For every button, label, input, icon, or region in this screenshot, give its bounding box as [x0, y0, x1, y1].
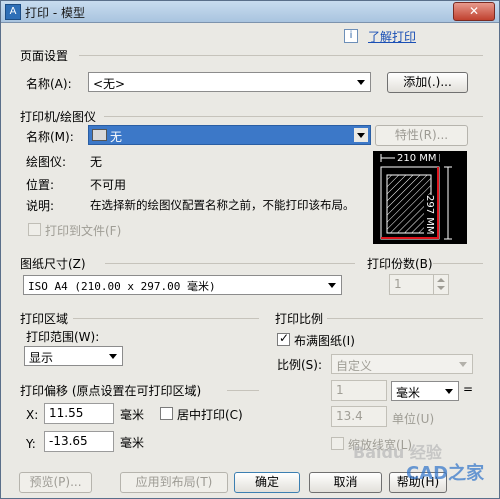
plotter-value: 无	[90, 155, 103, 169]
preview-height-label: 297 MM	[424, 195, 435, 235]
offset-x-label: X:	[26, 408, 39, 422]
chevron-down-icon	[456, 357, 470, 371]
scale-value: 自定义	[336, 359, 373, 373]
window-title: 打印 - 模型	[25, 6, 85, 20]
page-setup-name-value: <无>	[93, 77, 126, 91]
scale-select[interactable]: 自定义	[331, 354, 473, 374]
print-to-file-checkbox[interactable]	[28, 223, 41, 236]
chevron-down-icon	[354, 128, 368, 142]
fit-to-paper-checkbox[interactable]	[277, 331, 290, 346]
plot-offset-heading: 打印偏移 (原点设置在可打印区域)	[20, 384, 202, 398]
plot-range-value: 显示	[29, 351, 54, 365]
watermark-cad: CAD之家	[406, 463, 485, 484]
offset-y-input[interactable]: -13.65	[44, 431, 114, 452]
paper-size-value: ISO A4 (210.00 x 297.00 毫米)	[28, 280, 216, 293]
description-label: 说明:	[26, 199, 55, 213]
properties-button[interactable]: 特性(R)...	[375, 125, 468, 146]
page-setup-heading: 页面设置	[20, 49, 69, 63]
ok-button[interactable]: 确定	[234, 472, 300, 493]
offset-y-unit: 毫米	[120, 436, 145, 450]
plotter-label: 绘图仪:	[26, 155, 67, 169]
page-setup-name-label: 名称(A):	[26, 77, 72, 91]
scale-label: 比例(S):	[277, 358, 323, 372]
paper-size-select[interactable]: ISO A4 (210.00 x 297.00 毫米)	[23, 275, 342, 295]
chevron-down-icon	[442, 384, 456, 398]
title-bar: A 打印 - 模型 ✕	[1, 1, 499, 23]
plot-scale-heading: 打印比例	[275, 312, 324, 326]
learn-printing-link[interactable]: 了解打印	[368, 28, 416, 45]
scale-unit-value: 毫米	[396, 386, 421, 400]
copies-heading: 打印份数(B)	[367, 257, 433, 271]
offset-x-input[interactable]: 11.55	[44, 403, 114, 424]
page-setup-name-select[interactable]: <无>	[88, 72, 371, 92]
plot-range-label: 打印范围(W):	[26, 330, 100, 344]
paper-preview: 210 MM 297 MM	[373, 151, 467, 244]
printer-heading: 打印机/绘图仪	[20, 110, 97, 124]
printer-name-select[interactable]: 无	[88, 125, 371, 145]
paper-preview-graphic	[380, 154, 452, 240]
scale-value2-input[interactable]: 13.4	[331, 406, 387, 427]
center-plot-label: 居中打印(C)	[177, 408, 243, 422]
plot-range-select[interactable]: 显示	[24, 346, 123, 366]
copies-spinner[interactable]	[433, 275, 447, 294]
scale-lineweights-checkbox[interactable]	[331, 437, 344, 450]
chevron-down-icon	[354, 75, 368, 89]
scale-unit-select[interactable]: 毫米	[391, 381, 459, 401]
location-value: 不可用	[90, 178, 127, 192]
apply-to-layout-button[interactable]: 应用到布局(T)	[120, 472, 228, 493]
scale-value1-input[interactable]: 1	[331, 380, 387, 401]
paper-size-heading: 图纸尺寸(Z)	[20, 257, 86, 271]
preview-width-label: 210 MM	[395, 153, 439, 164]
preview-button[interactable]: 预览(P)...	[19, 472, 92, 493]
page-setup-divider	[79, 55, 483, 56]
info-icon: i	[344, 29, 358, 43]
add-page-setup-button[interactable]: 添加(.)...	[387, 72, 468, 93]
printer-divider	[104, 116, 483, 117]
offset-y-label: Y:	[26, 437, 36, 451]
close-button[interactable]: ✕	[453, 2, 495, 21]
chevron-down-icon	[106, 349, 120, 363]
cancel-button[interactable]: 取消	[309, 472, 382, 493]
fit-to-paper-label: 布满图纸(I)	[294, 334, 355, 348]
chevron-down-icon	[325, 278, 339, 292]
paper-size-divider	[105, 263, 355, 264]
app-icon: A	[5, 4, 21, 20]
plot-offset-divider	[227, 390, 259, 391]
copies-divider	[433, 263, 483, 264]
plot-area-divider	[73, 318, 259, 319]
description-value: 在选择新的绘图仪配置名称之前，不能打印该布局。	[90, 198, 355, 212]
plot-area-heading: 打印区域	[20, 312, 69, 326]
location-label: 位置:	[26, 178, 55, 192]
plot-scale-divider	[327, 318, 483, 319]
printer-icon	[92, 129, 107, 141]
printer-name-value: 无	[110, 130, 123, 144]
printer-name-label: 名称(M):	[26, 130, 74, 144]
unit-label: 单位(U)	[392, 412, 435, 426]
offset-x-unit: 毫米	[120, 408, 145, 422]
center-plot-checkbox[interactable]	[160, 407, 173, 420]
print-dialog: A 打印 - 模型 ✕ i 了解打印 页面设置 名称(A): <无> 添加(.)…	[0, 0, 500, 499]
print-to-file-label: 打印到文件(F)	[45, 224, 122, 238]
scale-equals-sign: =	[463, 382, 474, 396]
